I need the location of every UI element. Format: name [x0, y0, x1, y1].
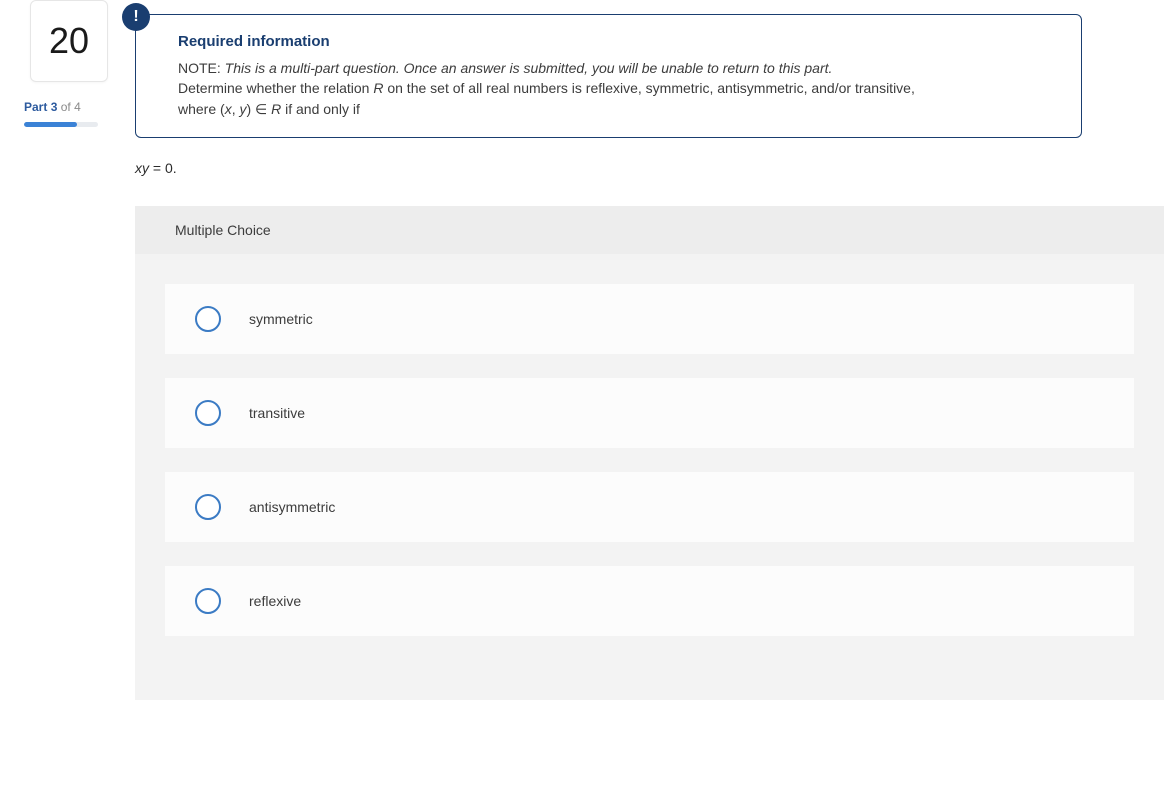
option-row[interactable]: symmetric	[165, 284, 1134, 354]
required-info-box: ! Required information NOTE: This is a m…	[135, 14, 1082, 138]
mc-header: Multiple Choice	[135, 206, 1164, 254]
relation-condition: xy = 0.	[135, 160, 1164, 176]
option-label: reflexive	[249, 593, 301, 609]
option-row[interactable]: reflexive	[165, 566, 1134, 636]
options-list: symmetric transitive antisymmetric refle…	[135, 284, 1164, 636]
option-row[interactable]: antisymmetric	[165, 472, 1134, 542]
multiple-choice-panel: Multiple Choice symmetric transitive ant…	[135, 206, 1164, 700]
radio-input[interactable]	[195, 400, 221, 426]
question-number-box: 20	[30, 0, 108, 82]
progress-bar	[24, 122, 98, 127]
progress-fill	[24, 122, 77, 127]
option-label: transitive	[249, 405, 305, 421]
alert-icon: !	[122, 3, 150, 31]
option-label: symmetric	[249, 311, 313, 327]
radio-input[interactable]	[195, 306, 221, 332]
sidebar: 20 Part 3 of 4	[0, 0, 125, 127]
info-title: Required information	[178, 33, 1059, 50]
question-number: 20	[49, 20, 89, 62]
part-indicator: Part 3 of 4	[24, 100, 95, 114]
option-label: antisymmetric	[249, 499, 335, 515]
radio-input[interactable]	[195, 588, 221, 614]
radio-input[interactable]	[195, 494, 221, 520]
info-body: NOTE: This is a multi-part question. Onc…	[178, 58, 1059, 119]
option-row[interactable]: transitive	[165, 378, 1134, 448]
main-content: ! Required information NOTE: This is a m…	[135, 0, 1164, 700]
